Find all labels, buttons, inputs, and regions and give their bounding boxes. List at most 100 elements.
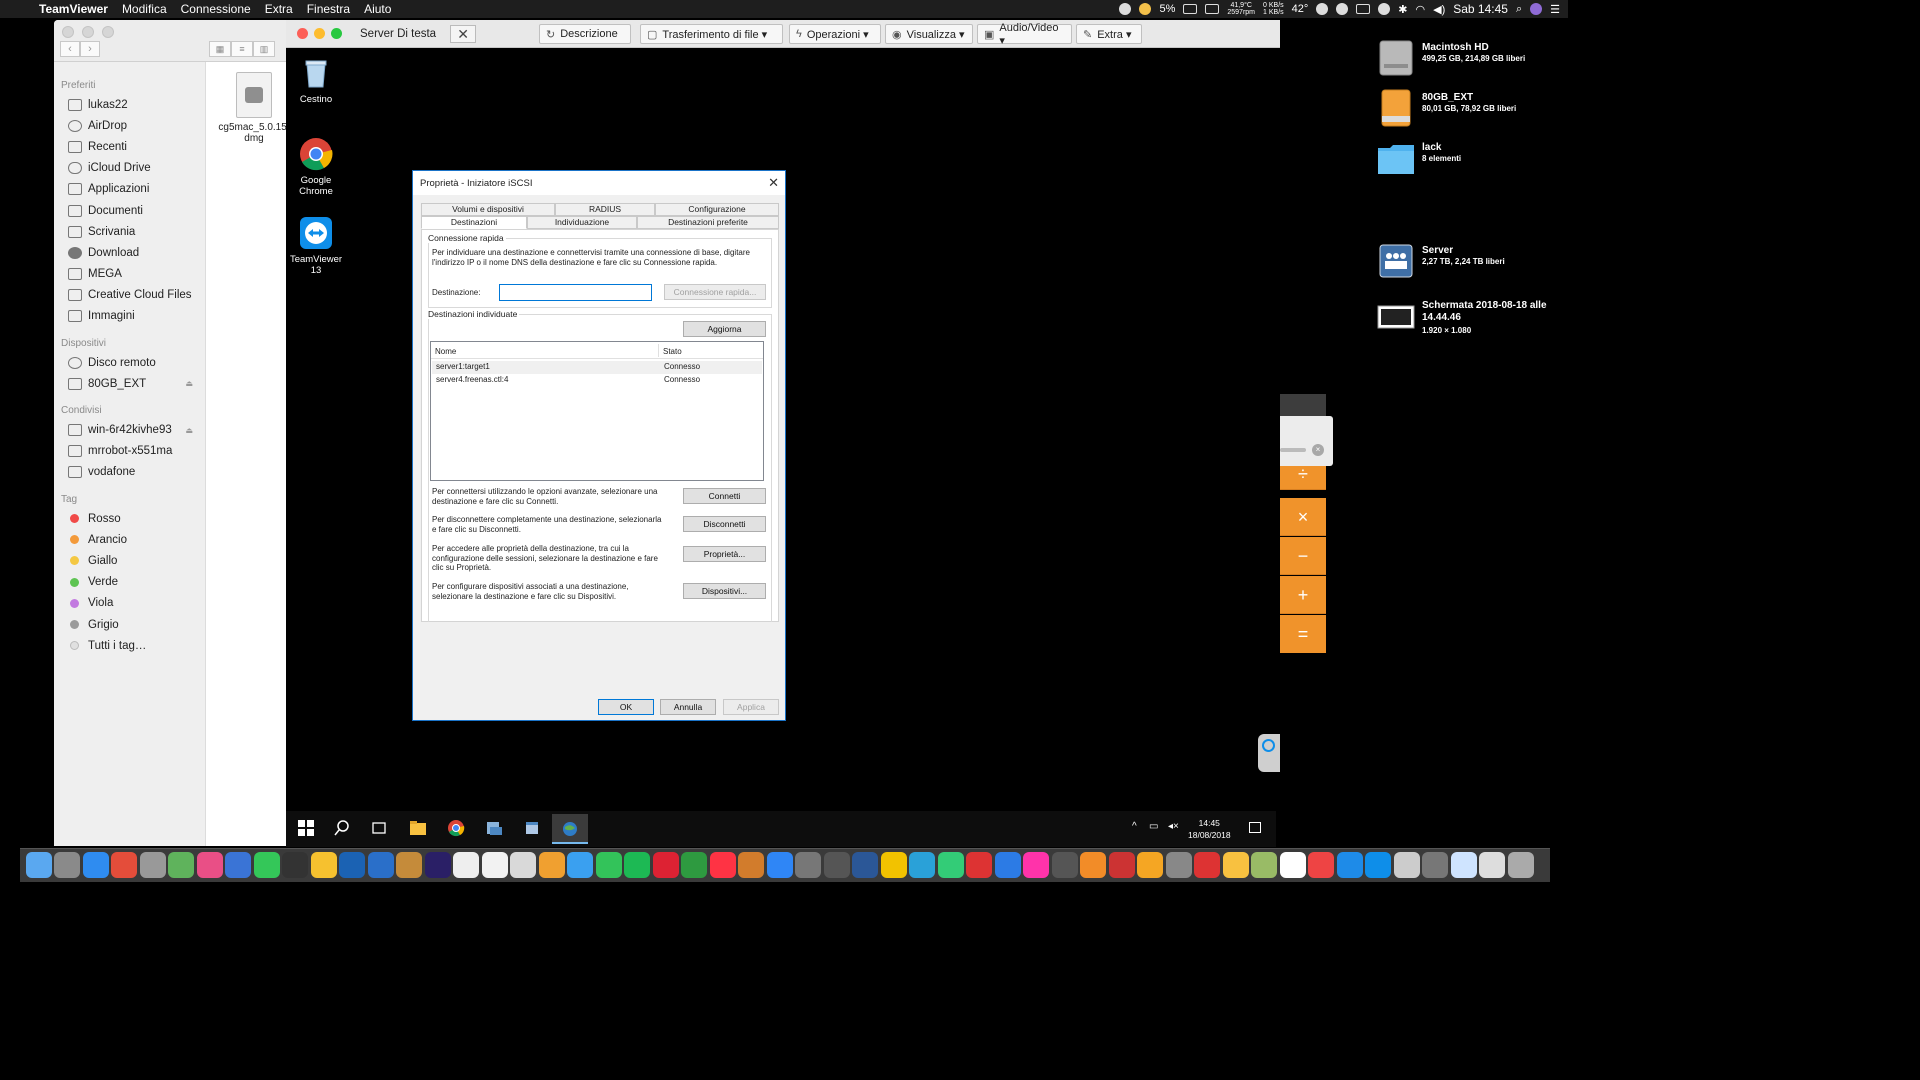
dock-app-icon[interactable] bbox=[1393, 852, 1420, 878]
dock-app-icon[interactable] bbox=[111, 852, 138, 878]
battery-percent[interactable]: 5% bbox=[1159, 3, 1175, 15]
sidebar-item-download[interactable]: Download bbox=[54, 242, 205, 263]
dock-app-icon[interactable] bbox=[1137, 852, 1164, 878]
column-view-button[interactable]: ▥ bbox=[253, 41, 275, 57]
dock-app-icon[interactable] bbox=[937, 852, 964, 878]
sidebar-item-recenti[interactable]: Recenti bbox=[54, 136, 205, 157]
dock-app-icon[interactable] bbox=[1080, 852, 1107, 878]
dock-app-icon[interactable] bbox=[82, 852, 109, 878]
sidebar-item-home[interactable]: lukas22 bbox=[54, 94, 205, 115]
teamviewer-side-panel-handle[interactable] bbox=[1258, 734, 1280, 772]
dock-app-icon[interactable] bbox=[26, 852, 52, 878]
desktop-icon-teamviewer[interactable]: TeamViewer 13 bbox=[286, 216, 346, 276]
forward-button[interactable]: › bbox=[80, 41, 100, 57]
dock-app-icon[interactable] bbox=[54, 852, 81, 878]
visualizza-button[interactable]: ◉ Visualizza ▾ bbox=[885, 24, 973, 44]
dock-app-icon[interactable] bbox=[595, 852, 622, 878]
server-manager-icon[interactable] bbox=[485, 819, 503, 837]
memory-graph-icon[interactable] bbox=[1205, 4, 1220, 14]
clear-icon[interactable]: × bbox=[1312, 444, 1324, 456]
tab-destinazioni-preferite[interactable]: Destinazioni preferite bbox=[637, 216, 779, 229]
network-icon[interactable]: ▭ bbox=[1149, 821, 1158, 832]
eject-icon[interactable]: ⏏ bbox=[185, 426, 193, 435]
dock-app-icon[interactable] bbox=[367, 852, 394, 878]
file-transfer-button[interactable]: ▢ Trasferimento di file ▾ bbox=[640, 24, 783, 44]
dock-app-icon[interactable] bbox=[1051, 852, 1078, 878]
dock-app-icon[interactable] bbox=[966, 852, 993, 878]
tab-volumi[interactable]: Volumi e dispositivi bbox=[421, 203, 555, 216]
dock-app-icon[interactable] bbox=[1194, 852, 1221, 878]
dock-app-icon[interactable] bbox=[225, 852, 252, 878]
calc-plus-button[interactable]: + bbox=[1280, 576, 1326, 614]
cancel-button[interactable]: Annulla bbox=[660, 699, 716, 715]
sidebar-item-win[interactable]: win-6r42kivhe93 ⏏ bbox=[54, 419, 205, 440]
dock-app-icon[interactable] bbox=[481, 852, 508, 878]
dock-app-icon[interactable] bbox=[424, 852, 451, 878]
sidebar-item-mrrobot[interactable]: mrrobot-x551ma bbox=[54, 441, 205, 462]
tab-destinazioni[interactable]: Destinazioni bbox=[421, 216, 527, 229]
dock-app-icon[interactable] bbox=[1336, 852, 1363, 878]
notification-icon[interactable] bbox=[1356, 4, 1371, 14]
sidebar-item-icloud[interactable]: iCloud Drive bbox=[54, 158, 205, 179]
time-machine-icon[interactable] bbox=[1378, 3, 1391, 15]
list-view-button[interactable]: ≡ bbox=[231, 41, 253, 57]
properties-button[interactable]: Proprietà... bbox=[683, 546, 766, 562]
menu-aiuto[interactable]: Aiuto bbox=[357, 0, 398, 18]
dock-app-icon[interactable] bbox=[139, 852, 166, 878]
cpu-graph-icon[interactable] bbox=[1183, 4, 1198, 14]
sidebar-item-80gb-ext[interactable]: 80GB_EXT ⏏ bbox=[54, 373, 205, 394]
refresh-button[interactable]: Aggiorna bbox=[683, 321, 766, 337]
dock-app-icon[interactable] bbox=[339, 852, 366, 878]
connect-button[interactable]: Connetti bbox=[683, 488, 766, 504]
dock-app-icon[interactable] bbox=[909, 852, 936, 878]
volume-icon[interactable]: ◀) bbox=[1433, 3, 1445, 16]
calc-minus-button[interactable]: − bbox=[1280, 537, 1326, 575]
iscsi-taskbar-button[interactable] bbox=[552, 814, 588, 844]
icon-view-button[interactable]: ▦ bbox=[209, 41, 231, 57]
dock-app-icon[interactable] bbox=[766, 852, 793, 878]
quick-connect-button[interactable]: Connessione rapida... bbox=[664, 284, 766, 300]
menu-finestra[interactable]: Finestra bbox=[300, 0, 357, 18]
menubar-clock[interactable]: Sab 14:45 bbox=[1453, 2, 1508, 16]
calc-divide-button[interactable]: ÷ bbox=[1280, 465, 1326, 490]
end-session-button[interactable]: ✕ bbox=[450, 24, 477, 43]
tab-individuazione[interactable]: Individuazione bbox=[527, 216, 637, 229]
dock-app-icon[interactable] bbox=[624, 852, 651, 878]
dock-app-icon[interactable] bbox=[1507, 852, 1534, 878]
temp2-readout[interactable]: 42° bbox=[1292, 3, 1309, 15]
windows-start-icon[interactable] bbox=[297, 819, 315, 837]
speaker-icon[interactable]: ◂× bbox=[1168, 821, 1179, 832]
taskbar-clock[interactable]: 14:45 18/08/2018 bbox=[1188, 817, 1231, 841]
dock-app-icon[interactable] bbox=[1251, 852, 1278, 878]
sun-icon[interactable] bbox=[1316, 3, 1329, 15]
operazioni-button[interactable]: ϟ Operazioni ▾ bbox=[789, 24, 881, 44]
sidebar-item-vodafone[interactable]: vodafone bbox=[54, 462, 205, 483]
ok-button[interactable]: OK bbox=[598, 699, 654, 715]
action-center-icon[interactable] bbox=[1249, 822, 1261, 833]
dock-app-icon[interactable] bbox=[1365, 852, 1392, 878]
dock-app-icon[interactable] bbox=[282, 852, 309, 878]
sidebar-tag-rosso[interactable]: Rosso bbox=[54, 508, 205, 529]
desktop-icon-chrome[interactable]: Google Chrome bbox=[286, 137, 346, 197]
close-icon[interactable] bbox=[62, 26, 74, 38]
dock-app-icon[interactable] bbox=[652, 852, 679, 878]
dock-app-icon[interactable] bbox=[396, 852, 423, 878]
devices-button[interactable]: Dispositivi... bbox=[683, 583, 766, 599]
sidebar-tag-arancio[interactable]: Arancio bbox=[54, 529, 205, 550]
dock-app-icon[interactable] bbox=[1479, 852, 1506, 878]
dock-app-icon[interactable] bbox=[1450, 852, 1477, 878]
sidebar-tag-verde[interactable]: Verde bbox=[54, 572, 205, 593]
gear-icon[interactable] bbox=[1119, 3, 1132, 15]
dock-app-icon[interactable] bbox=[738, 852, 765, 878]
sidebar-item-applicazioni[interactable]: Applicazioni bbox=[54, 179, 205, 200]
disconnect-button[interactable]: Disconnetti bbox=[683, 516, 766, 532]
column-stato[interactable]: Stato bbox=[663, 347, 682, 357]
network-readout[interactable]: 0 KB/s 1 KB/s bbox=[1263, 2, 1284, 16]
siri-icon[interactable] bbox=[1530, 3, 1543, 15]
dock-app-icon[interactable] bbox=[1308, 852, 1335, 878]
sidebar-item-airdrop[interactable]: AirDrop bbox=[54, 115, 205, 136]
sidebar-tag-all[interactable]: Tutti i tag… bbox=[54, 635, 205, 656]
table-row[interactable]: server1:target1 Connesso bbox=[432, 361, 762, 374]
emoji-icon[interactable] bbox=[1139, 3, 1152, 15]
menu-app[interactable]: TeamViewer bbox=[32, 0, 115, 18]
